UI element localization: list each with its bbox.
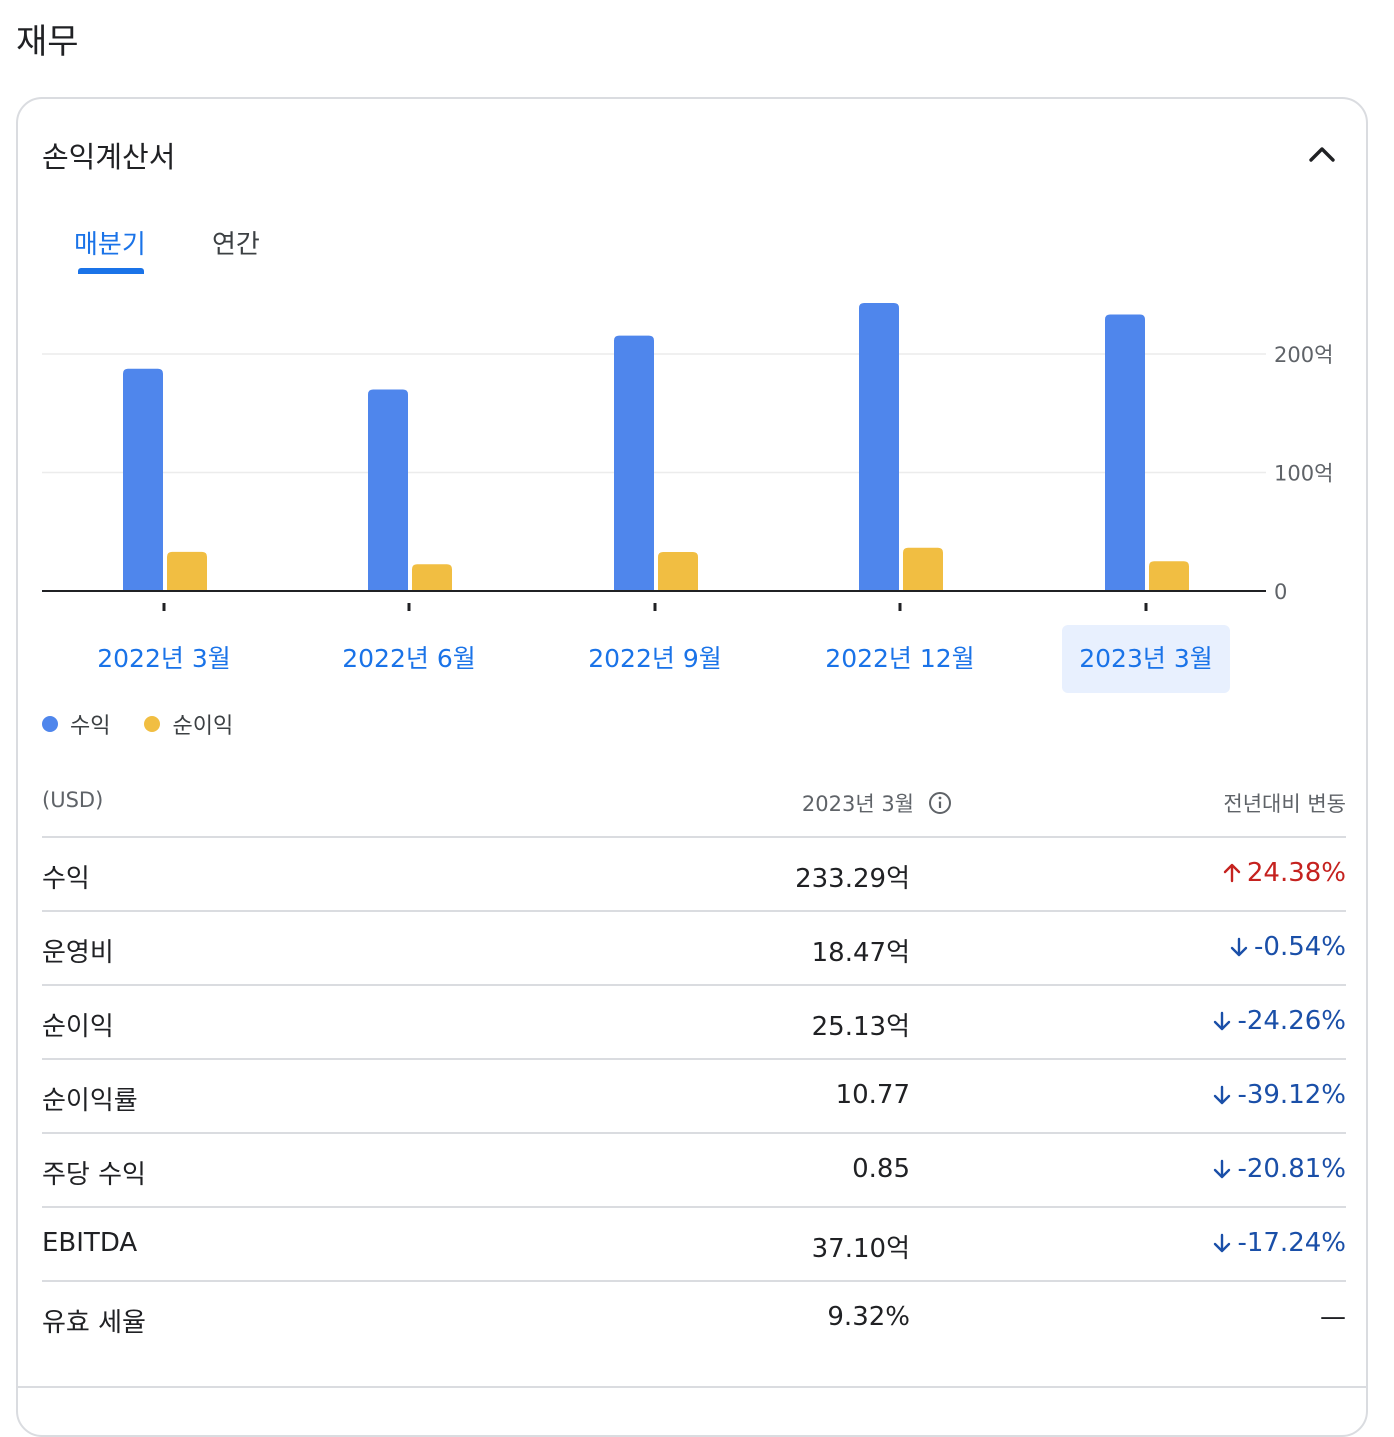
x-tick-label[interactable]: 2022년 3월 xyxy=(97,644,230,673)
table-row: 유효 세율 9.32% — xyxy=(42,1282,1346,1354)
period-header: 2023년 3월 xyxy=(802,788,952,818)
x-tick-label[interactable]: 2023년 3월 xyxy=(1079,644,1212,673)
row-value: 9.32% xyxy=(827,1302,910,1332)
row-change-value: -24.26% xyxy=(1237,1006,1346,1036)
card-title: 손익계산서 xyxy=(42,140,176,174)
row-change: -39.12% xyxy=(1211,1080,1346,1110)
income-chart: 0 100억 200억 2022년 3월 2022년 6월 2022년 9월 2022년 1… xyxy=(42,303,1333,693)
y-tick-label: 100억 xyxy=(1274,462,1333,486)
table-row: 주당 수익 0.85 -20.81% xyxy=(42,1134,1346,1208)
row-value: 37.10억 xyxy=(811,1234,910,1264)
currency-label: (USD) xyxy=(42,788,104,812)
y-tick-label: 0 xyxy=(1274,580,1287,604)
x-tick-label[interactable]: 2022년 6월 xyxy=(342,644,475,673)
section-title: 재무 xyxy=(16,22,79,62)
table-row: 운영비 18.47억 -0.54% xyxy=(42,912,1346,986)
row-change-value: — xyxy=(1320,1302,1346,1332)
info-icon[interactable] xyxy=(928,791,952,815)
row-change: — xyxy=(1320,1302,1346,1332)
row-change: -17.24% xyxy=(1211,1228,1346,1258)
row-label: 운영비 xyxy=(42,938,114,968)
bar-net-income[interactable] xyxy=(903,547,943,591)
change-header: 전년대비 변동 xyxy=(1223,792,1346,816)
y-tick-label: 200억 xyxy=(1274,343,1333,367)
arrow-up-icon xyxy=(1221,862,1243,884)
row-value: 18.47억 xyxy=(811,938,910,968)
row-value: 10.77 xyxy=(835,1080,910,1110)
collapse-button[interactable] xyxy=(1298,132,1346,176)
row-value: 233.29억 xyxy=(795,864,910,894)
legend-label-net-income: 순이익 xyxy=(172,714,234,739)
card-bottom-divider xyxy=(18,1386,1368,1388)
table-body: 수익 233.29억 24.38% 운영비 18.47억 -0.54% 순이익 25.13억 -… xyxy=(42,838,1346,1354)
legend-dot-net-income xyxy=(144,716,161,732)
table-row: EBITDA 37.10억 -17.24% xyxy=(42,1208,1346,1282)
chart-legend: 수익 순이익 xyxy=(42,708,267,740)
row-change: -24.26% xyxy=(1211,1006,1346,1036)
arrow-down-icon xyxy=(1211,1010,1233,1032)
row-label: EBITDA xyxy=(42,1228,138,1258)
legend-label-revenue: 수익 xyxy=(70,714,111,739)
row-label: 유효 세율 xyxy=(42,1308,146,1338)
arrow-down-icon xyxy=(1211,1158,1233,1180)
row-change: -20.81% xyxy=(1211,1154,1346,1184)
legend-item-net-income: 순이익 xyxy=(144,708,233,740)
arrow-down-icon xyxy=(1211,1084,1233,1106)
row-label: 주당 수익 xyxy=(42,1160,146,1190)
row-change: 24.38% xyxy=(1221,858,1346,888)
row-value: 25.13억 xyxy=(811,1012,910,1042)
row-change-value: 24.38% xyxy=(1246,858,1346,888)
bar-revenue[interactable] xyxy=(368,389,408,591)
legend-dot-revenue xyxy=(42,716,58,732)
table-row: 순이익률 10.77 -39.12% xyxy=(42,1060,1346,1134)
tab-annual[interactable]: 연간 xyxy=(212,224,260,261)
bar-net-income[interactable] xyxy=(412,564,452,591)
table-row: 순이익 25.13억 -24.26% xyxy=(42,986,1346,1060)
row-change-value: -20.81% xyxy=(1237,1154,1346,1184)
bar-revenue[interactable] xyxy=(859,303,899,591)
period-label: 2023년 3월 xyxy=(801,792,914,816)
row-value: 0.85 xyxy=(852,1154,910,1184)
financials-table: (USD) 2023년 3월 전년대비 변동 수익 233.29억 24.38% 운영… xyxy=(42,766,1346,1354)
table-header: (USD) 2023년 3월 전년대비 변동 xyxy=(42,766,1346,838)
row-label: 순이익 xyxy=(42,1012,114,1042)
x-tick-label[interactable]: 2022년 12월 xyxy=(825,644,974,673)
row-change: -0.54% xyxy=(1228,932,1346,962)
bar-net-income[interactable] xyxy=(167,551,207,591)
bar-net-income[interactable] xyxy=(658,552,698,591)
tab-quarterly[interactable]: 매분기 xyxy=(74,224,146,261)
bar-revenue[interactable] xyxy=(614,335,654,591)
chevron-up-icon xyxy=(1309,147,1335,162)
x-tick-label[interactable]: 2022년 9월 xyxy=(588,644,721,673)
table-row: 수익 233.29억 24.38% xyxy=(42,838,1346,912)
bar-revenue[interactable] xyxy=(123,368,163,591)
bar-revenue[interactable] xyxy=(1105,314,1145,591)
row-change-value: -17.24% xyxy=(1237,1228,1346,1258)
arrow-down-icon xyxy=(1228,936,1250,958)
row-change-value: -39.12% xyxy=(1237,1080,1346,1110)
arrow-down-icon xyxy=(1211,1232,1233,1254)
row-label: 순이익률 xyxy=(42,1086,138,1116)
bar-net-income[interactable] xyxy=(1149,561,1189,591)
tab-selected-indicator xyxy=(78,268,144,274)
legend-item-revenue: 수익 xyxy=(42,708,110,740)
row-label: 수익 xyxy=(42,864,90,894)
row-change-value: -0.54% xyxy=(1254,932,1346,962)
